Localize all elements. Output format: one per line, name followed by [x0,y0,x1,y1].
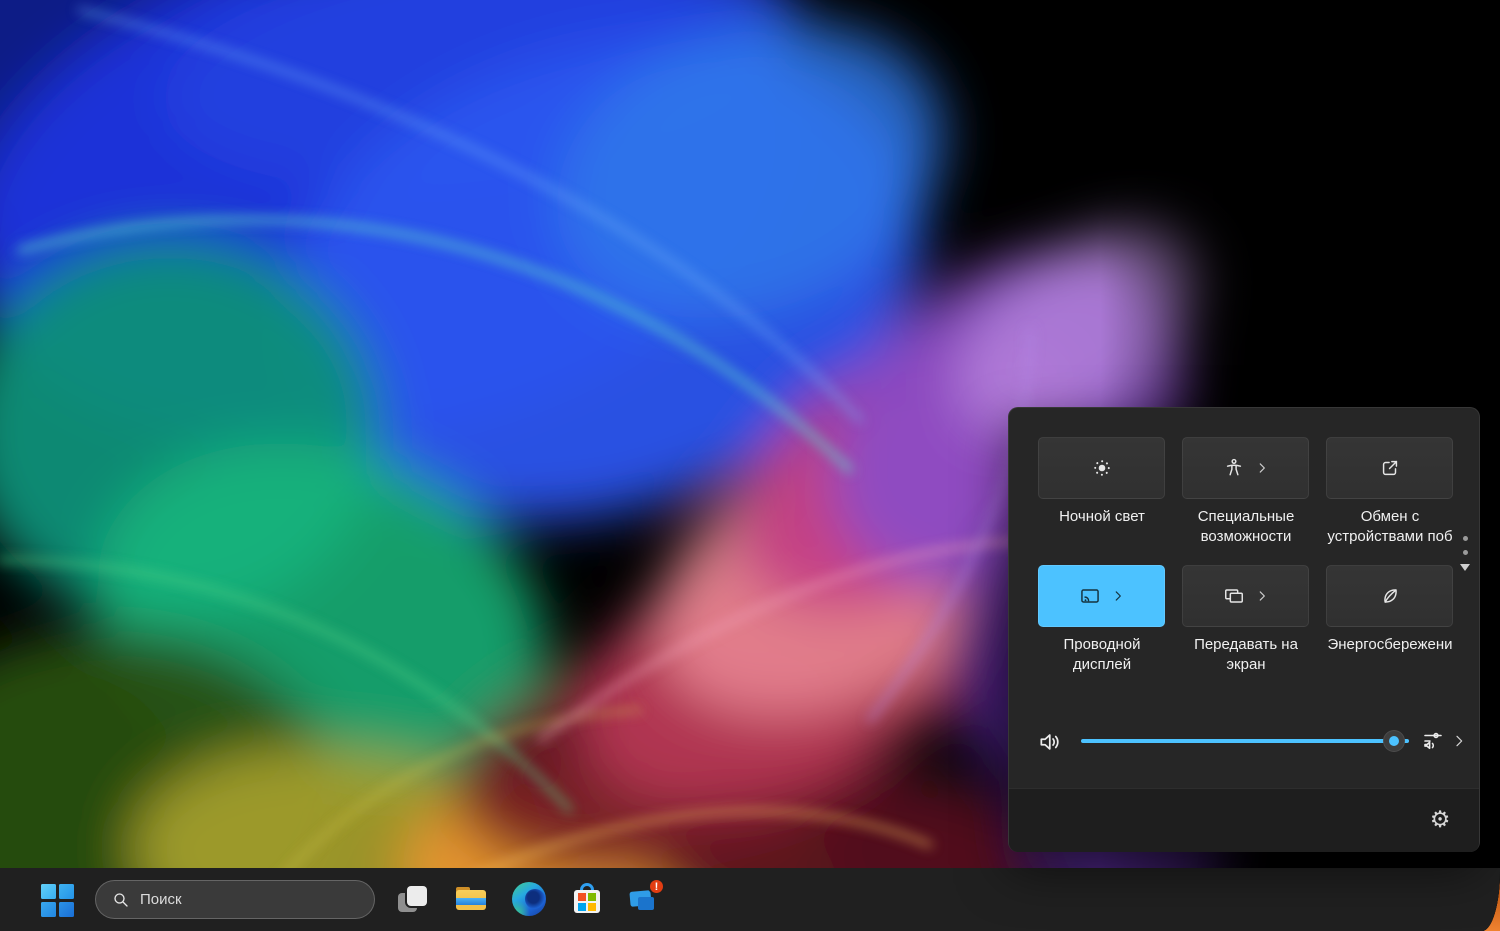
qs-tile-label: Обмен с устройствами поб [1327,508,1453,545]
qs-tile-night-light: Ночной свет [1038,437,1165,565]
volume-slider-track[interactable] [1081,739,1409,743]
task-view-icon [397,884,429,914]
audio-output-mixer-icon[interactable] [1421,729,1445,753]
page-dot [1462,550,1468,555]
quick-settings-panel: Ночной свет Специальные возможности Обме… [1008,407,1480,852]
microsoft-store-icon [572,883,602,915]
chevron-right-icon[interactable] [1451,733,1467,749]
page-dot [1462,536,1468,541]
qs-tile-label: Специальные возможности [1197,508,1295,545]
volume-row [1009,719,1481,765]
project-button[interactable] [1182,565,1309,627]
wired-display-cast-icon [1080,589,1099,603]
scroll-down-arrow-icon[interactable] [1460,564,1470,571]
volume-slider-thumb[interactable] [1383,730,1405,752]
accessibility-icon [1226,458,1241,476]
microsoft-store-button[interactable] [567,879,607,919]
screen: Ночной свет Специальные возможности Обме… [0,0,1500,931]
qs-tile-project: Передавать на экран [1182,565,1309,693]
edge-icon [512,882,546,916]
energy-saver-leaf-icon [1383,589,1397,603]
device-alert-button[interactable]: ! [625,878,665,919]
nearby-sharing-button[interactable] [1326,437,1453,499]
quick-settings-grid: Ночной свет Специальные возможности Обме… [1038,437,1453,693]
search-icon [114,892,128,907]
file-explorer-button[interactable] [451,879,491,919]
project-screens-icon [1224,589,1243,603]
search-input[interactable] [140,891,358,908]
alert-badge: ! [648,878,665,895]
qs-tile-energy-saver: Энергосбережени [1326,565,1453,693]
gear-icon[interactable]: ⚙ [1425,805,1455,835]
qs-tile-label: Проводной дисплей [1063,636,1141,673]
chevron-right-icon [1115,591,1121,601]
page-indicator [1460,536,1470,571]
energy-saver-button[interactable] [1326,565,1453,627]
speaker-icon[interactable] [1037,729,1063,755]
quick-settings-footer: ⚙ [1009,788,1479,852]
edge-button[interactable] [509,879,549,919]
qs-tile-nearby-sharing: Обмен с устройствами поб [1326,437,1453,565]
nearby-sharing-icon [1382,460,1397,476]
desktop: Ночной свет Специальные возможности Обме… [0,0,1500,931]
wired-display-button[interactable] [1038,565,1165,627]
qs-tile-label: Энергосбережени [1327,636,1453,653]
windows-start-icon [40,883,74,917]
file-explorer-icon [455,885,487,913]
chevron-right-icon [1259,591,1265,601]
task-view-button[interactable] [393,879,433,919]
chevron-right-icon [1259,463,1265,473]
night-light-icon [1093,460,1110,476]
qs-tile-label: Передавать на экран [1194,636,1298,673]
qs-tile-wired-display: Проводной дисплей [1038,565,1165,693]
start-button[interactable] [39,882,75,918]
accessibility-button[interactable] [1182,437,1309,499]
device-alert-icon: ! [628,878,665,916]
night-light-button[interactable] [1038,437,1165,499]
qs-tile-label: Ночной свет [1059,508,1145,525]
qs-tile-accessibility: Специальные возможности [1182,437,1309,565]
search-box[interactable] [95,880,375,919]
taskbar: ! РУС [0,868,1500,931]
